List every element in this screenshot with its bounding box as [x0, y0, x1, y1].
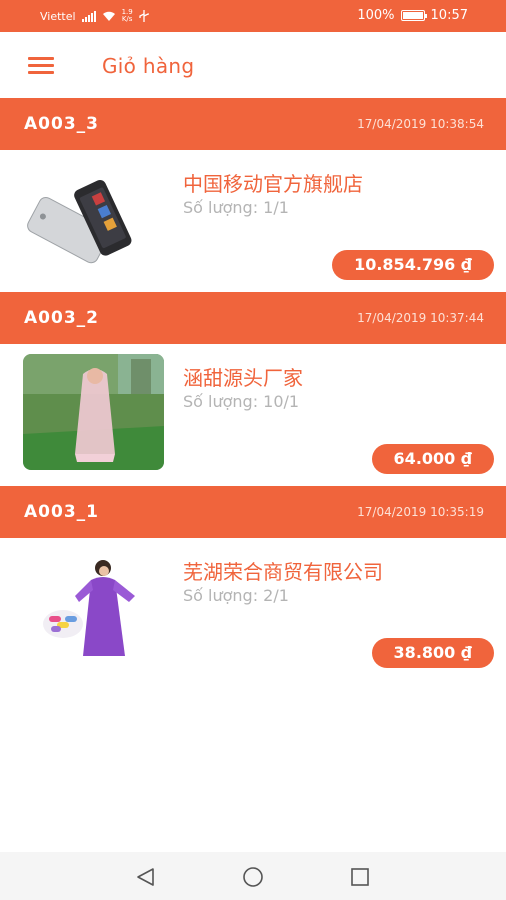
recents-square-icon[interactable] — [347, 864, 373, 890]
carrier-name: Viettel — [40, 9, 76, 23]
order-code: A003_2 — [24, 308, 99, 328]
order-code: A003_1 — [24, 502, 99, 522]
order-time: 17/04/2019 10:38:54 — [357, 117, 484, 131]
status-bar: Viettel 1.9 K/s 100% 10:57 — [0, 0, 506, 32]
app-bar: Giỏ hàng — [0, 32, 506, 98]
signal-icon — [81, 10, 96, 22]
order-item[interactable]: 芜湖荣合商贸有限公司 Số lượng: 2/1 38.800 ₫ — [0, 538, 506, 680]
raincoat-photo-image[interactable] — [23, 354, 164, 470]
smartphone-image[interactable] — [23, 160, 164, 276]
status-left: Viettel 1.9 K/s — [40, 9, 149, 23]
order-time: 17/04/2019 10:37:44 — [357, 311, 484, 325]
system-nav-bar — [0, 852, 506, 900]
page-title: Giỏ hàng — [102, 54, 195, 78]
quantity-text: Số lượng: 10/1 — [183, 392, 300, 411]
quantity-text: Số lượng: 2/1 — [183, 586, 289, 605]
speed-unit: K/s — [121, 15, 133, 23]
battery-percent: 100% — [357, 8, 395, 23]
price-button[interactable]: 38.800 ₫ — [371, 638, 494, 668]
battery-fill — [402, 12, 423, 19]
order-item[interactable]: 中国移动官方旗舰店 Số lượng: 1/1 10.854.796 ₫ — [0, 150, 506, 292]
quantity-text: Số lượng: 1/1 — [183, 198, 289, 217]
wifi-icon — [102, 11, 116, 22]
order-header: A003_2 17/04/2019 10:37:44 — [0, 292, 506, 344]
purple-raincoat-image[interactable] — [23, 548, 164, 664]
price-button[interactable]: 10.854.796 ₫ — [332, 250, 494, 280]
product-name: 中国移动官方旗舰店 — [183, 172, 363, 196]
back-triangle-icon[interactable] — [133, 864, 159, 890]
status-right: 100% 10:57 — [357, 8, 468, 23]
network-speed: 1.9 K/s — [122, 9, 133, 23]
battery-icon — [400, 10, 427, 21]
status-time: 10:57 — [430, 8, 468, 23]
order-item[interactable]: 涵甜源头厂家 Số lượng: 10/1 64.000 ₫ — [0, 344, 506, 486]
product-name: 芜湖荣合商贸有限公司 — [183, 560, 383, 584]
order-code: A003_3 — [24, 114, 99, 134]
product-name: 涵甜源头厂家 — [183, 366, 303, 390]
order-header: A003_1 17/04/2019 10:35:19 — [0, 486, 506, 538]
usb-icon — [139, 10, 149, 22]
hamburger-menu-icon[interactable] — [28, 54, 56, 76]
order-header: A003_3 17/04/2019 10:38:54 — [0, 98, 506, 150]
home-circle-icon[interactable] — [240, 864, 266, 890]
price-button[interactable]: 64.000 ₫ — [371, 444, 494, 474]
order-time: 17/04/2019 10:35:19 — [357, 505, 484, 519]
